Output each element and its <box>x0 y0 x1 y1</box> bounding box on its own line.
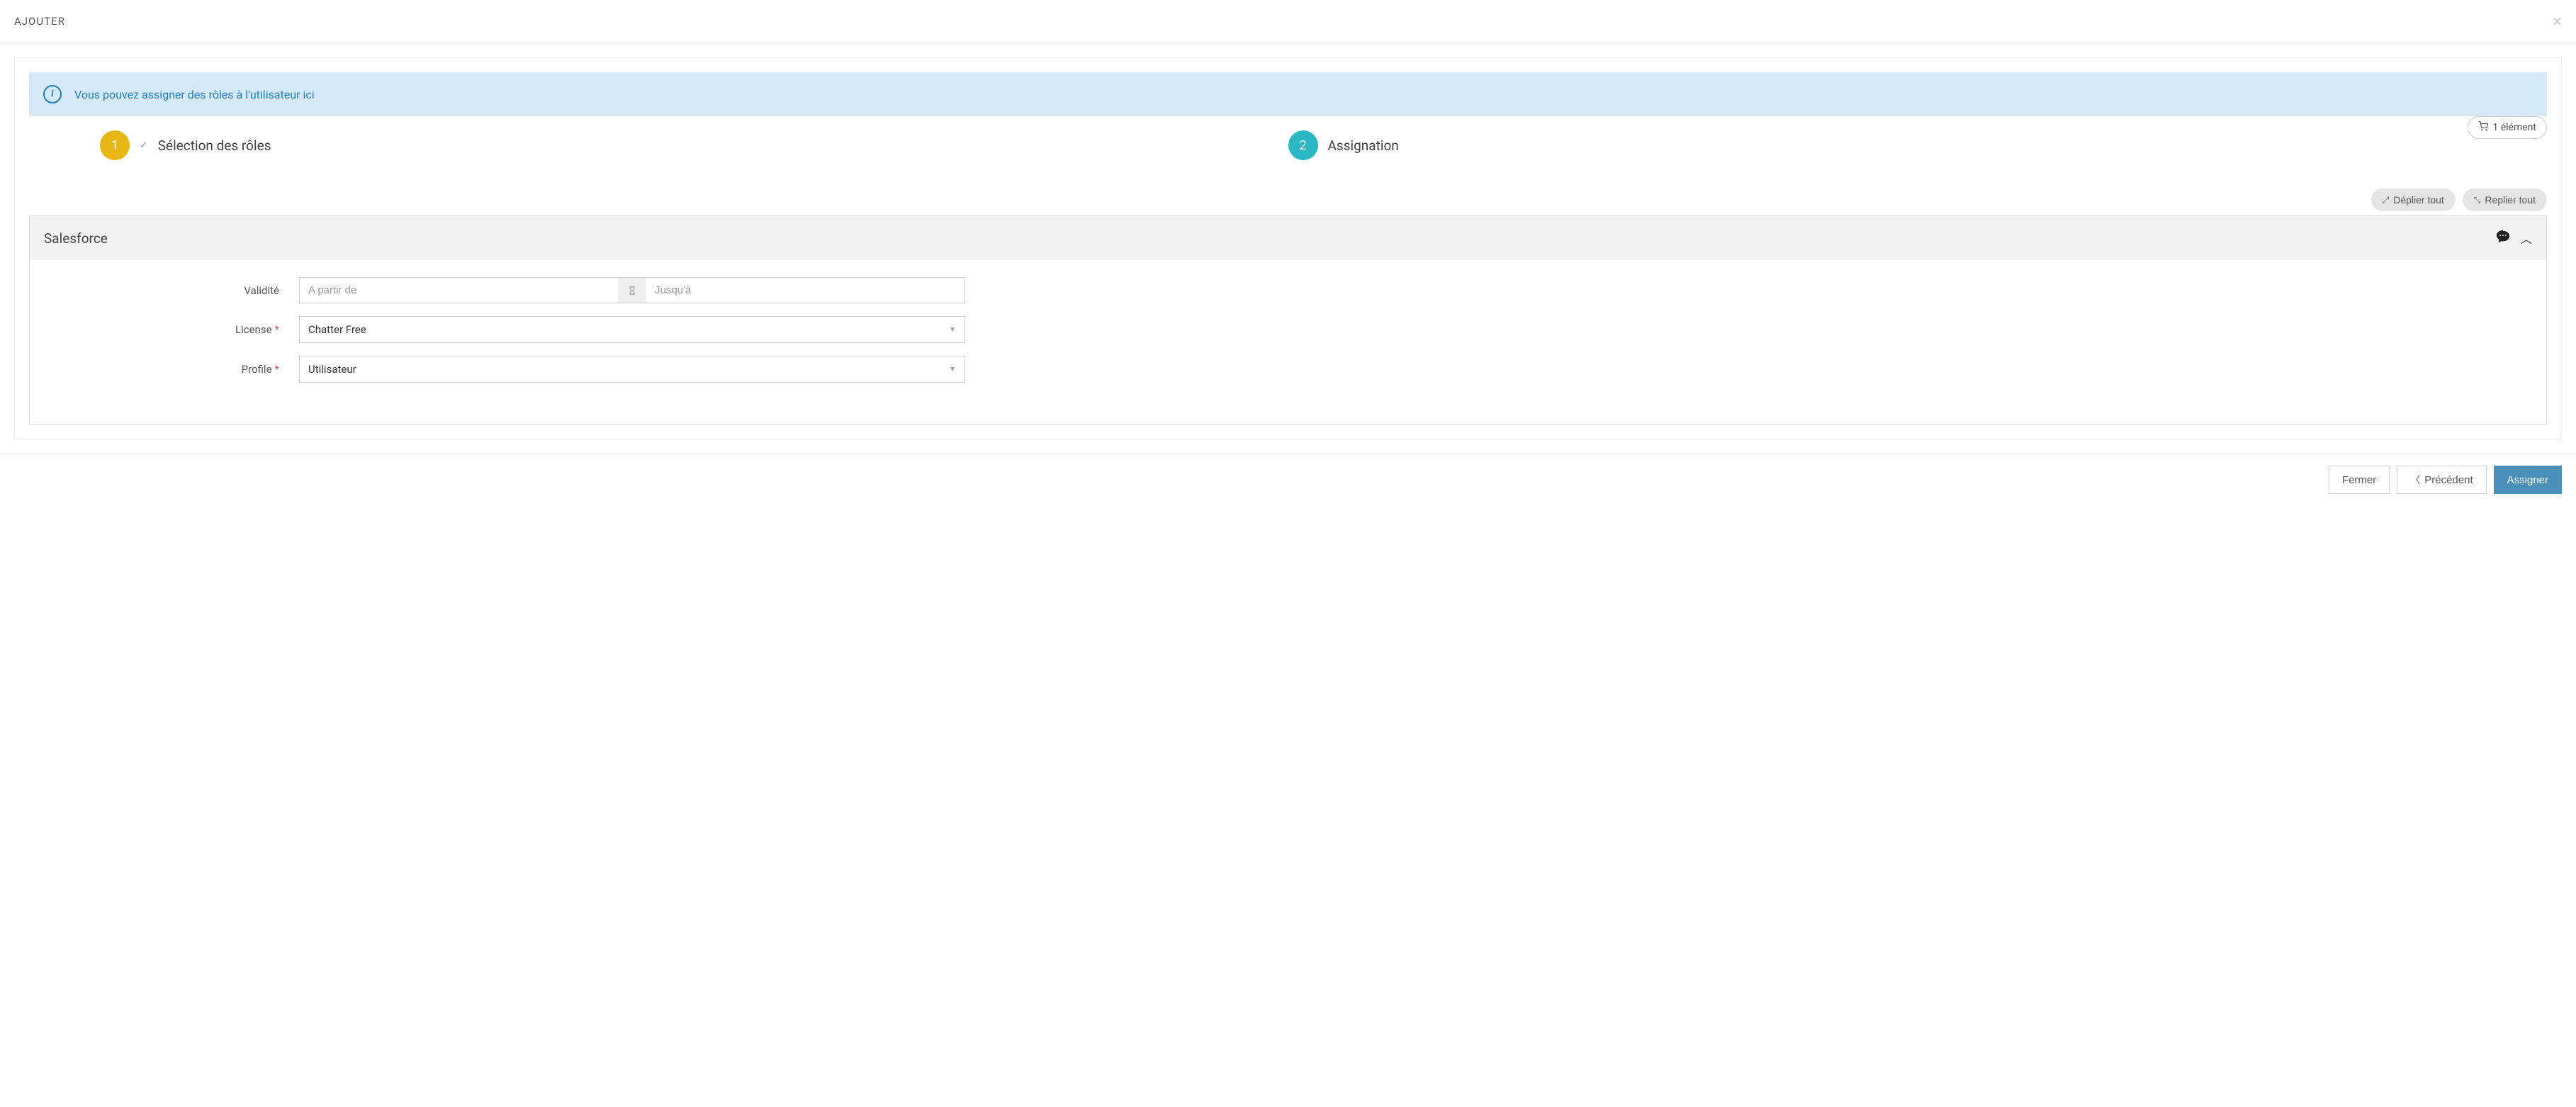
collapse-icon: ⤡ <box>2474 195 2481 206</box>
validity-group <box>299 277 965 303</box>
chevron-left-icon: 〈 <box>2410 473 2420 487</box>
collapse-all-label: Replier tout <box>2485 194 2536 206</box>
cart-badge[interactable]: 1 élément <box>2468 116 2547 139</box>
license-select-wrap: Chatter Free ▼ <box>299 316 965 343</box>
step-1[interactable]: 1 ✓ Sélection des rôles <box>100 130 1288 160</box>
info-icon: i <box>43 85 62 103</box>
step-1-circle: 1 <box>100 130 130 160</box>
validity-to-input[interactable] <box>646 277 965 303</box>
profile-value: Utilisateur <box>308 363 356 376</box>
step-1-label: Sélection des rôles <box>158 137 271 154</box>
chevron-up-icon[interactable]: ︿ <box>2521 230 2532 247</box>
caret-down-icon: ▼ <box>949 326 956 334</box>
required-mark: * <box>275 363 279 376</box>
cart-icon <box>2478 121 2488 134</box>
hourglass-icon <box>618 277 646 303</box>
check-icon: ✓ <box>140 140 148 151</box>
previous-button[interactable]: 〈 Précédent <box>2397 466 2486 494</box>
step-2-label: Assignation <box>1328 137 1399 154</box>
close-button[interactable]: Fermer <box>2329 466 2390 494</box>
stepper: 1 élément 1 ✓ Sélection des rôles 2 Assi… <box>29 130 2547 160</box>
caret-down-icon: ▼ <box>949 366 956 373</box>
expand-all-button[interactable]: ⤢ Déplier tout <box>2371 189 2456 211</box>
required-mark: * <box>275 323 279 336</box>
modal-header: AJOUTER × <box>0 0 2576 43</box>
row-license: License* Chatter Free ▼ <box>44 316 2532 343</box>
cart-label: 1 élément <box>2492 122 2536 133</box>
previous-label: Précédent <box>2424 474 2473 486</box>
license-value: Chatter Free <box>308 323 366 336</box>
panel-header-icons: ︿ <box>2495 229 2532 247</box>
content-card: i Vous pouvez assigner des rôles à l'uti… <box>14 57 2562 439</box>
expand-all-label: Déplier tout <box>2393 194 2444 206</box>
comment-icon[interactable] <box>2495 229 2511 247</box>
label-license: License* <box>44 323 299 336</box>
step-2-circle: 2 <box>1288 130 1318 160</box>
assign-button[interactable]: Assigner <box>2494 466 2562 494</box>
panel-salesforce: Salesforce ︿ Validité <box>29 215 2547 425</box>
row-validity: Validité <box>44 277 2532 303</box>
profile-select-wrap: Utilisateur ▼ <box>299 356 965 383</box>
modal-footer: Fermer 〈 Précédent Assigner <box>0 454 2576 505</box>
label-validity: Validité <box>44 284 299 297</box>
panel-body: Validité License* Ch <box>30 260 2546 424</box>
info-banner-text: Vous pouvez assigner des rôles à l'utili… <box>74 88 315 101</box>
close-icon[interactable]: × <box>2553 13 2562 30</box>
expand-controls: ⤢ Déplier tout ⤡ Replier tout <box>29 189 2547 211</box>
step-2[interactable]: 2 Assignation <box>1288 130 2477 160</box>
modal-title: AJOUTER <box>14 15 65 28</box>
validity-from-input[interactable] <box>299 277 618 303</box>
info-banner: i Vous pouvez assigner des rôles à l'uti… <box>29 72 2547 116</box>
panel-header[interactable]: Salesforce ︿ <box>30 216 2546 260</box>
profile-select[interactable]: Utilisateur ▼ <box>299 356 965 383</box>
row-profile: Profile* Utilisateur ▼ <box>44 356 2532 383</box>
modal-body: i Vous pouvez assigner des rôles à l'uti… <box>0 43 2576 454</box>
expand-icon: ⤢ <box>2383 195 2390 206</box>
panel-title: Salesforce <box>44 230 108 247</box>
collapse-all-button[interactable]: ⤡ Replier tout <box>2463 189 2547 211</box>
license-select[interactable]: Chatter Free ▼ <box>299 316 965 343</box>
label-profile: Profile* <box>44 363 299 376</box>
